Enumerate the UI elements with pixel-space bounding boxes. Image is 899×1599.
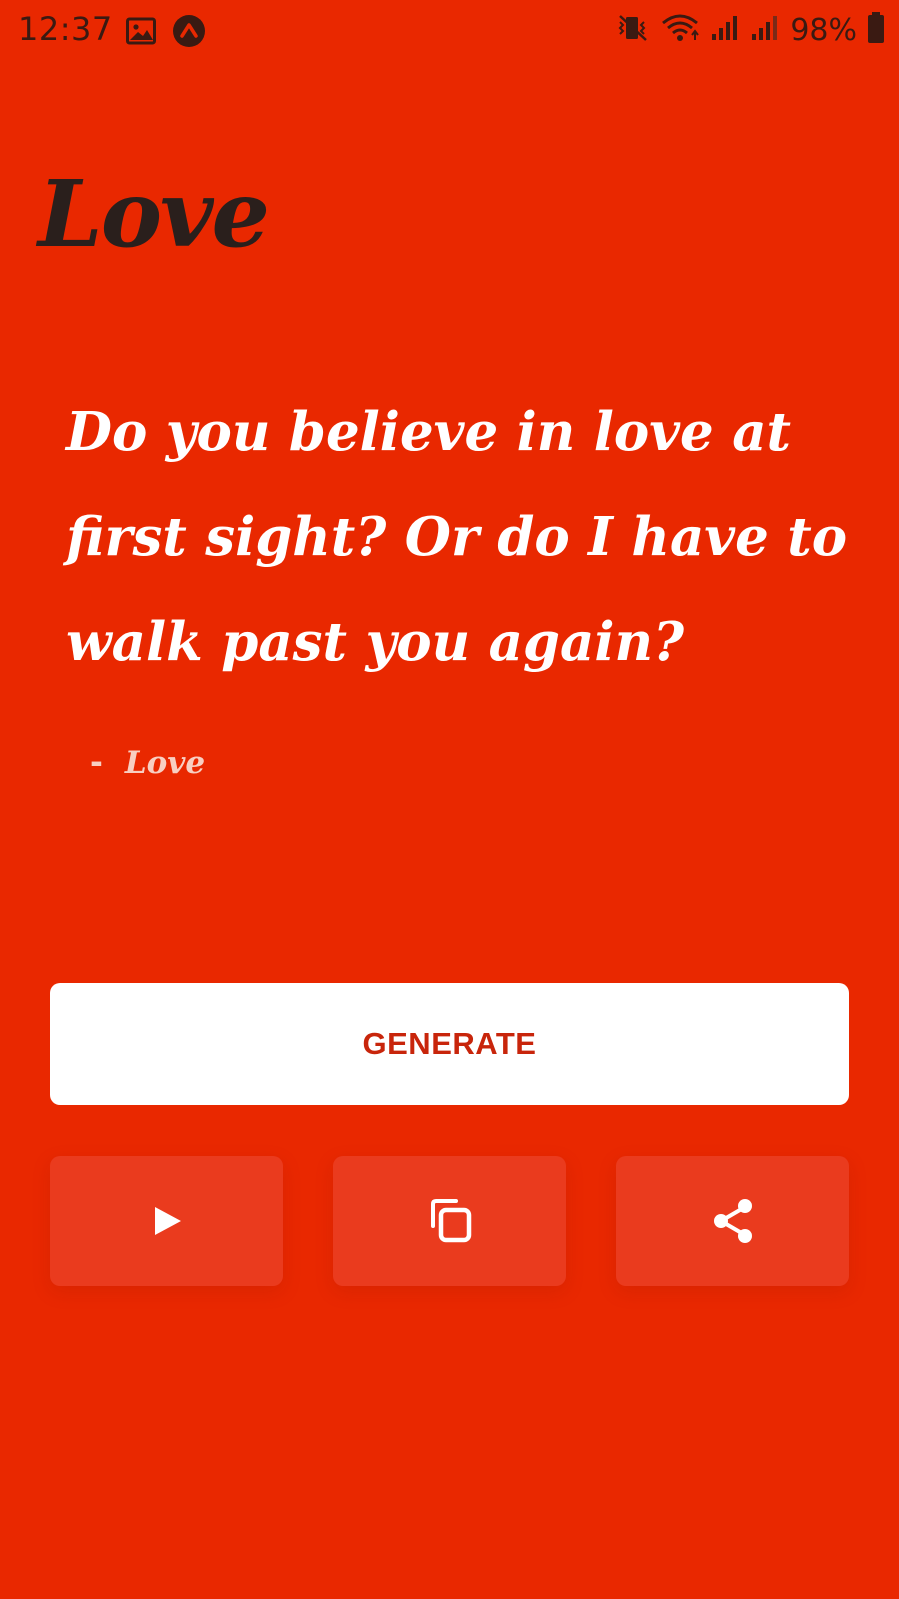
copy-icon	[425, 1196, 475, 1246]
status-right-icons: 98%	[616, 12, 885, 48]
wifi-icon	[660, 13, 700, 47]
action-row	[50, 1156, 849, 1286]
status-left-icons	[126, 14, 206, 52]
signal-icon	[710, 14, 740, 46]
author-name: Love	[124, 745, 206, 781]
signal-icon	[750, 14, 780, 46]
app-title: Love	[38, 160, 270, 268]
vibrate-icon	[616, 14, 650, 46]
share-icon	[709, 1196, 757, 1246]
status-time: 12:37	[18, 10, 113, 48]
app-notification-icon	[172, 14, 206, 52]
battery-percent: 98%	[790, 12, 857, 48]
quote-author: - Love	[90, 745, 205, 781]
copy-button[interactable]	[333, 1156, 566, 1286]
quote-text: Do you believe in love at first sight? O…	[66, 401, 848, 673]
image-icon	[126, 17, 156, 49]
generate-button[interactable]: GENERATE	[50, 983, 849, 1105]
play-button[interactable]	[50, 1156, 283, 1286]
play-icon	[150, 1204, 184, 1238]
share-button[interactable]	[616, 1156, 849, 1286]
status-bar: 12:37 98%	[0, 0, 899, 64]
battery-icon	[867, 12, 885, 48]
author-dash: -	[90, 745, 103, 781]
